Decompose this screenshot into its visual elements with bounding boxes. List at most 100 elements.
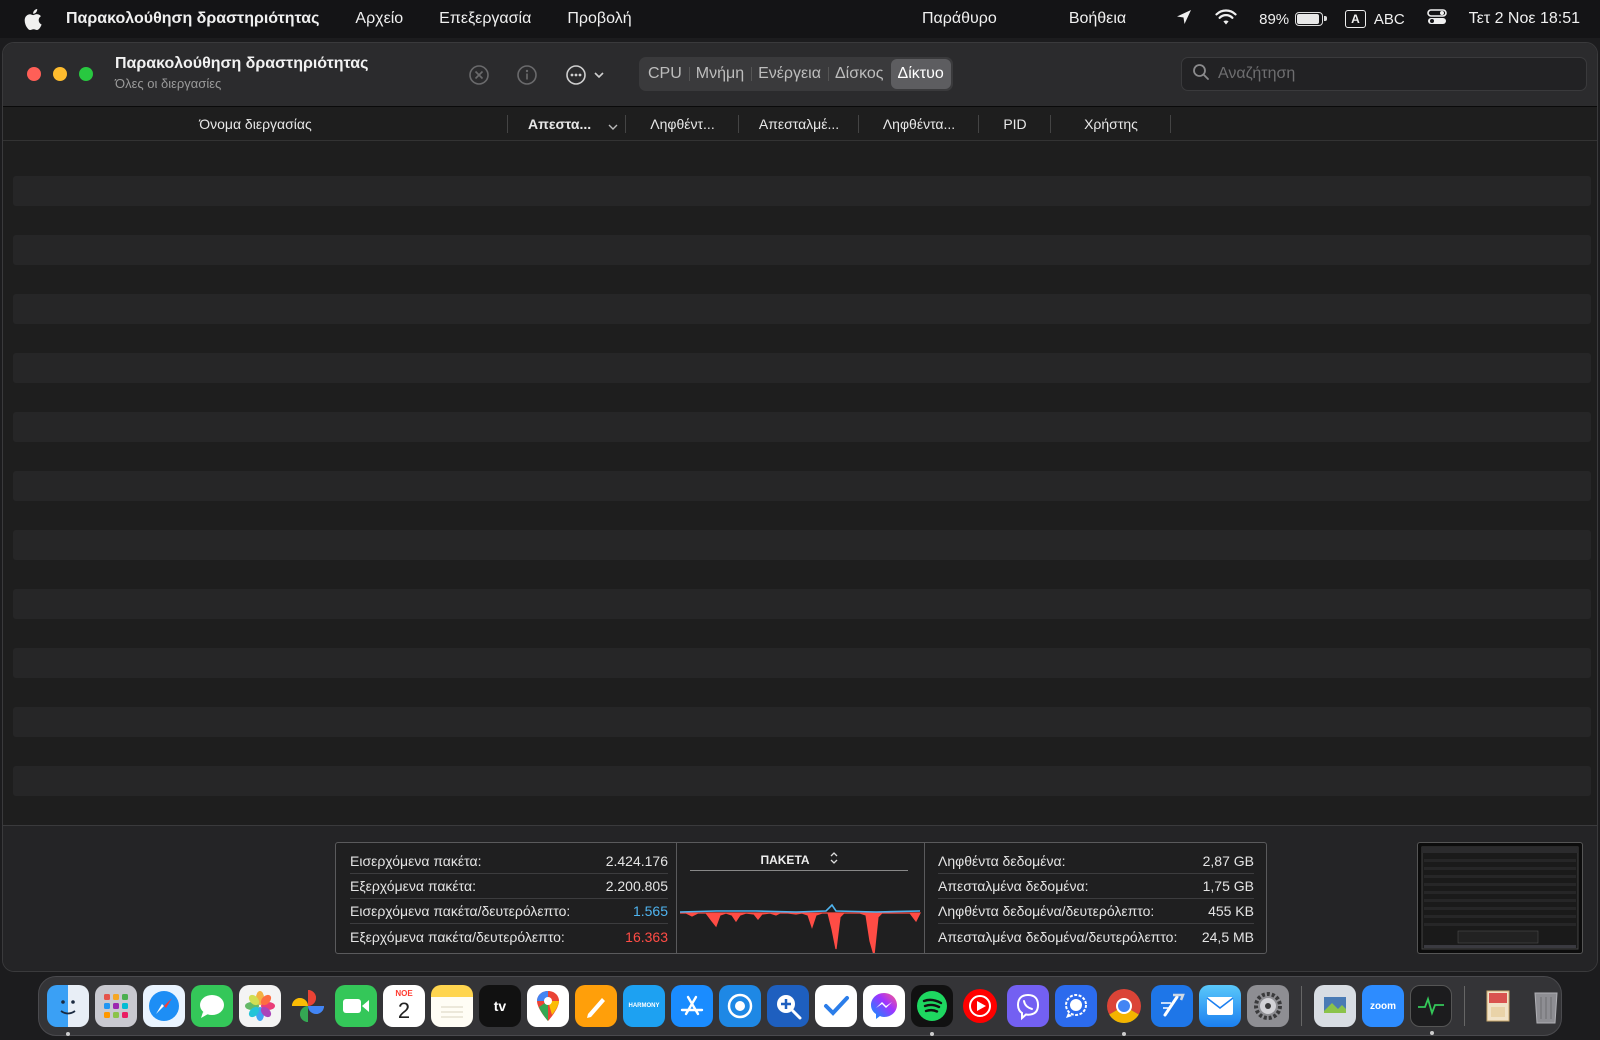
column-sent-packets[interactable]: Απεσταλμέ... [739,107,859,141]
google-photos-icon[interactable] [287,985,329,1027]
menu-app-name[interactable]: Παρακολούθηση δραστηριότητας [66,10,319,28]
tab-energy[interactable]: Ενέργεια [751,59,828,89]
window-thumbnail-preview[interactable] [1417,842,1583,954]
zoom-icon[interactable]: zoom [1362,985,1404,1027]
table-row[interactable] [13,707,1591,737]
network-stats-box: Εισερχόμενα πακέτα: 2.424.176 Εξερχόμενα … [335,842,1267,954]
process-table-body[interactable] [13,143,1591,796]
control-center-icon[interactable] [1426,8,1447,30]
messages-icon[interactable] [191,985,233,1027]
table-row[interactable] [13,530,1591,560]
stat-packets-in-per-sec: Εισερχόμενα πακέτα/δευτερόλεπτο: 1.565 [350,899,668,924]
tab-network[interactable]: Δίκτυο [890,59,951,89]
more-actions-icon[interactable] [565,63,611,87]
battery-level-fill [1297,14,1319,24]
tab-disk[interactable]: Δίσκος [827,59,891,89]
app-store-icon[interactable] [671,985,713,1027]
mail-icon[interactable] [1199,985,1241,1027]
column-user[interactable]: Χρήστης [1051,107,1171,141]
table-row[interactable] [13,412,1591,442]
search-icon [1192,63,1210,86]
stat-data-sent: Απεσταλμένα δεδομένα: 1,75 GB [938,874,1254,899]
window-controls [27,67,93,81]
viber-icon[interactable] [1007,985,1049,1027]
stat-data-received: Ληφθέντα δεδομένα: 2,87 GB [938,849,1254,874]
notes-icon[interactable] [431,985,473,1027]
process-table-header: Όνομα διεργασίας Απεστα... Ληφθέντ... Απ… [3,107,1597,141]
menu-edit[interactable]: Επεξεργασία [439,10,531,28]
harmony-icon[interactable]: HARMONY [623,985,665,1027]
table-row[interactable] [13,471,1591,501]
menu-clock[interactable]: Τετ 2 Νοε 18:51 [1469,10,1580,28]
search-input[interactable] [1218,65,1568,83]
data-stats: Ληφθέντα δεδομένα: 2,87 GB Απεσταλμένα δε… [938,849,1254,949]
minimize-window-button[interactable] [53,67,67,81]
table-row[interactable] [13,766,1591,796]
apple-menu-icon[interactable] [24,8,44,30]
table-row[interactable] [13,294,1591,324]
youtube-icon[interactable] [959,985,1001,1027]
column-received-packets[interactable]: Ληφθέντα... [859,107,979,141]
tab-cpu[interactable]: CPU [641,59,689,89]
location-arrow-icon[interactable] [1175,8,1193,30]
window-toolbar: Παρακολούθηση δραστηριότητας Όλες οι διε… [3,43,1597,107]
facetime-icon[interactable] [335,985,377,1027]
table-row[interactable] [13,648,1591,678]
menu-file[interactable]: Αρχείο [355,10,403,28]
table-row[interactable] [13,589,1591,619]
menu-window[interactable]: Παράθυρο [922,10,997,28]
column-pid[interactable]: PID [979,107,1051,141]
packets-graph: ΠΑΚΕΤΑ [676,843,924,953]
safari-icon[interactable] [143,985,185,1027]
window-subtitle[interactable]: Όλες οι διεργασίες [115,76,221,91]
preview-icon[interactable] [1314,985,1356,1027]
pages-icon[interactable] [575,985,617,1027]
activity-monitor-icon[interactable] [1410,985,1452,1035]
column-received-packets-label: Ληφθέντα... [882,116,956,132]
column-sent-bytes[interactable]: Απεστα... [508,107,626,141]
table-row[interactable] [13,176,1591,206]
apple-tv-icon[interactable]: tv [479,985,521,1027]
app-a-icon[interactable] [719,985,761,1027]
battery-icon [1295,12,1328,26]
stat-packets-out-per-sec: Εξερχόμενα πακέτα/δευτερόλεπτο: 16.363 [350,928,668,945]
close-window-button[interactable] [27,67,41,81]
dock-separator-2 [1464,986,1465,1026]
search-field[interactable] [1181,57,1587,91]
input-source-badge[interactable]: A [1345,10,1366,28]
messenger-icon[interactable] [863,985,905,1027]
launchpad-icon[interactable] [95,985,137,1027]
photos-icon[interactable] [239,985,281,1027]
dock-separator [1301,986,1302,1026]
apple-tv-label: tv [493,998,507,1014]
xcode-icon[interactable] [1151,985,1193,1027]
tasks-icon[interactable] [815,985,857,1027]
spotify-icon[interactable] [911,985,953,1036]
stat-data-sent-per-sec: Απεσταλμένα δεδομένα/δευτερόλεπτο: 24,5 M… [938,928,1254,945]
stop-process-icon[interactable] [467,63,491,87]
wifi-icon[interactable] [1215,8,1237,30]
proxyman-icon[interactable] [767,985,809,1027]
archive-icon[interactable] [1477,985,1519,1027]
menu-view[interactable]: Προβολή [567,10,631,28]
signal-icon[interactable] [1055,985,1097,1027]
column-pid-label: PID [1003,116,1027,132]
tab-memory[interactable]: Μνήμη [688,59,751,89]
battery-status[interactable]: 89% [1259,11,1328,28]
trash-icon[interactable] [1525,985,1567,1027]
zoom-window-button[interactable] [79,67,93,81]
menu-bar: Παρακολούθηση δραστηριότητας Αρχείο Επεξ… [0,0,1600,38]
info-icon[interactable] [515,63,539,87]
system-settings-icon[interactable] [1247,985,1289,1027]
input-source-label[interactable]: ABC [1374,11,1405,28]
google-maps-icon[interactable] [527,985,569,1027]
chrome-icon[interactable] [1103,985,1145,1036]
calendar-icon[interactable]: ΝΟΕ 2 [383,985,425,1027]
column-received-bytes[interactable]: Ληφθέντ... [626,107,739,141]
menu-help[interactable]: Βοήθεια [1069,10,1126,28]
column-process-name[interactable]: Όνομα διεργασίας [3,107,508,141]
table-row[interactable] [13,353,1591,383]
finder-icon[interactable] [47,985,89,1036]
column-user-label: Χρήστης [1084,116,1138,132]
table-row[interactable] [13,235,1591,265]
